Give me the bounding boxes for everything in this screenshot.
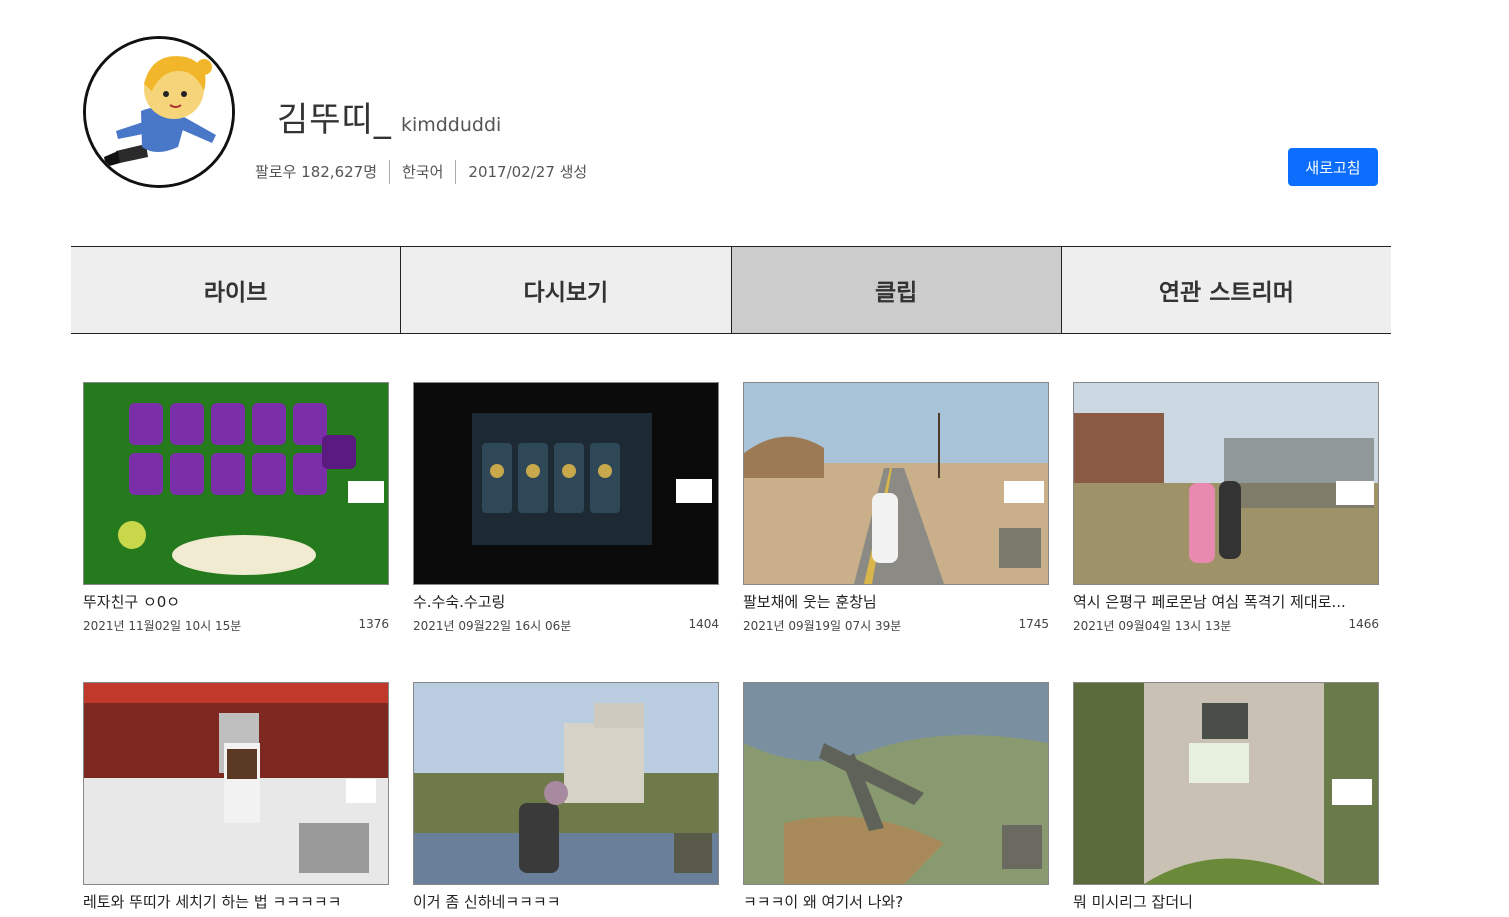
clip-views: 1404 <box>688 617 719 631</box>
tab-replay[interactable]: 다시보기 <box>400 247 731 333</box>
clip-views: 1466 <box>1348 617 1379 631</box>
clip-card[interactable]: 팔보채에 웃는 훈창님 2021년 09월19일 07시 39분 1745 <box>743 382 1049 634</box>
clip-card[interactable]: 뭐 미시리그 잡더니 <box>1073 682 1379 917</box>
clip-title[interactable]: 역시 은평구 페로몬남 여심 폭격기 제대로... <box>1073 591 1373 612</box>
clip-title[interactable]: 뚜자친구 ㅇ0ㅇ <box>83 591 383 612</box>
clip-thumbnail[interactable] <box>413 382 719 585</box>
clip-date: 2021년 09월22일 16시 06분 <box>413 619 572 633</box>
clip-title[interactable]: 레토와 뚜띠가 세치기 하는 법 ㅋㅋㅋㅋㅋ <box>83 891 383 912</box>
clip-thumbnail[interactable] <box>743 682 1049 885</box>
channel-meta: 팔로우 182,627명 한국어 2017/02/27 생성 <box>255 160 599 184</box>
created-date: 2017/02/27 생성 <box>455 160 599 184</box>
clip-thumbnail[interactable] <box>743 382 1049 585</box>
clip-thumbnail[interactable] <box>83 382 389 585</box>
clip-card[interactable]: 수.수숙.수고링 2021년 09월22일 16시 06분 1404 <box>413 382 719 634</box>
clip-card[interactable]: 이거 좀 신하네ㅋㅋㅋㅋ <box>413 682 719 917</box>
channel-name-row: 김뚜띠_ kimdduddi <box>277 92 501 141</box>
language-label: 한국어 <box>389 160 455 184</box>
tab-bar: 라이브 다시보기 클립 연관 스트리머 <box>71 246 1391 334</box>
tab-live[interactable]: 라이브 <box>71 247 401 333</box>
tab-clips[interactable]: 클립 <box>730 247 1061 333</box>
clip-title[interactable]: 수.수숙.수고링 <box>413 591 713 612</box>
login-id: kimdduddi <box>400 114 502 136</box>
clip-card[interactable]: 레토와 뚜띠가 세치기 하는 법 ㅋㅋㅋㅋㅋ <box>83 682 389 917</box>
refresh-button[interactable]: 새로고침 <box>1288 148 1378 186</box>
clip-date: 2021년 09월19일 07시 39분 <box>743 619 902 633</box>
clip-thumbnail[interactable] <box>1073 382 1379 585</box>
clip-views: 1745 <box>1018 617 1049 631</box>
clip-title[interactable]: ㅋㅋㅋ이 왜 여기서 나와? <box>743 891 1043 912</box>
clip-title[interactable]: 뭐 미시리그 잡더니 <box>1073 891 1373 912</box>
tab-related-streamers[interactable]: 연관 스트리머 <box>1060 247 1391 333</box>
clip-card[interactable]: ㅋㅋㅋ이 왜 여기서 나와? <box>743 682 1049 917</box>
clip-views: 1376 <box>358 617 389 631</box>
clip-date: 2021년 09월04일 13시 13분 <box>1073 619 1232 633</box>
clip-title[interactable]: 이거 좀 신하네ㅋㅋㅋㅋ <box>413 891 713 912</box>
follower-count: 팔로우 182,627명 <box>255 163 377 181</box>
clip-thumbnail[interactable] <box>1073 682 1379 885</box>
clip-thumbnail[interactable] <box>83 682 389 885</box>
display-name: 김뚜띠_ <box>277 100 392 140</box>
clip-card[interactable]: 뚜자친구 ㅇ0ㅇ 2021년 11월02일 10시 15분 1376 <box>83 382 389 634</box>
avatar <box>83 36 235 188</box>
clip-title[interactable]: 팔보채에 웃는 훈창님 <box>743 591 1043 612</box>
clip-thumbnail[interactable] <box>413 682 719 885</box>
clip-date: 2021년 11월02일 10시 15분 <box>83 619 242 633</box>
clip-card[interactable]: 역시 은평구 페로몬남 여심 폭격기 제대로... 2021년 09월04일 1… <box>1073 382 1379 634</box>
avatar-character-icon <box>86 39 232 185</box>
